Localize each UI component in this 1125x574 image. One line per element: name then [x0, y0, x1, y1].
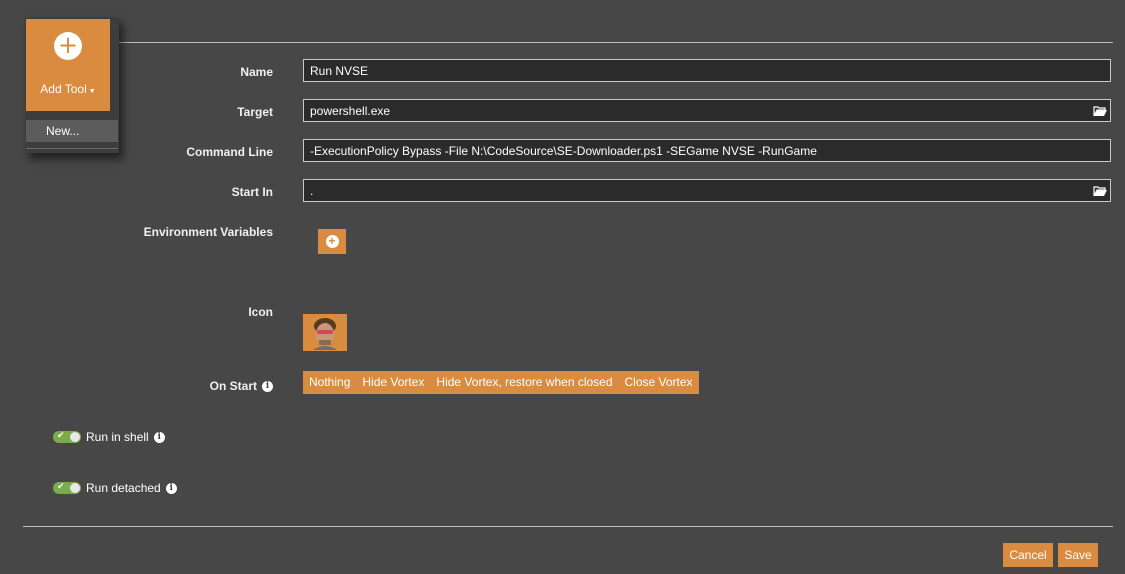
target-field-wrapper — [303, 99, 1111, 122]
folder-open-icon[interactable] — [1090, 180, 1110, 201]
name-input[interactable] — [304, 60, 1110, 81]
on-start-option-hide-vortex[interactable]: Hide Vortex — [356, 371, 430, 394]
cancel-button[interactable]: Cancel — [1003, 543, 1053, 567]
folder-open-icon[interactable] — [1090, 100, 1110, 121]
caret-down-icon: ▼ — [88, 88, 96, 95]
plus-circle-icon: + — [325, 235, 339, 248]
start-in-field-wrapper — [303, 179, 1111, 202]
save-button[interactable]: Save — [1058, 543, 1098, 567]
menu-divider — [26, 148, 118, 149]
add-tool-label: Add Tool ▼ — [40, 82, 96, 96]
info-icon[interactable]: i — [262, 380, 273, 392]
on-start-option-close-vortex[interactable]: Close Vortex — [619, 371, 699, 394]
run-in-shell-row: ✔ Run in shell i — [53, 430, 165, 444]
info-icon[interactable]: i — [165, 482, 177, 494]
on-start-option-nothing[interactable]: Nothing — [303, 371, 356, 394]
run-in-shell-toggle[interactable]: ✔ — [53, 430, 81, 443]
on-start-option-hide-restore[interactable]: Hide Vortex, restore when closed — [430, 371, 618, 394]
add-tool-button[interactable]: + Add Tool ▼ — [26, 19, 110, 111]
add-tool-panel: + Add Tool ▼ New... — [25, 17, 119, 153]
plus-circle-icon: + — [54, 32, 82, 60]
name-label: Name — [240, 65, 273, 79]
bottom-divider — [23, 526, 1113, 527]
check-icon: ✔ — [57, 430, 65, 440]
environment-variables-label: Environment Variables — [143, 225, 273, 239]
character-portrait-icon — [313, 318, 337, 350]
check-icon: ✔ — [57, 481, 65, 491]
run-detached-toggle[interactable]: ✔ — [53, 481, 81, 494]
on-start-label: On Start i — [210, 379, 273, 393]
run-detached-label: Run detached — [86, 481, 161, 495]
run-in-shell-label: Run in shell — [86, 430, 149, 444]
top-divider — [118, 42, 1113, 43]
command-line-input[interactable] — [304, 140, 1110, 161]
command-line-label: Command Line — [186, 145, 273, 159]
run-detached-row: ✔ Run detached i — [53, 481, 177, 495]
command-line-field-wrapper — [303, 139, 1111, 162]
menu-item-new[interactable]: New... — [26, 120, 118, 142]
target-label: Target — [237, 105, 273, 119]
on-start-options: Nothing Hide Vortex Hide Vortex, restore… — [303, 371, 699, 394]
add-environment-variable-button[interactable]: + — [318, 229, 346, 254]
toggle-knob — [70, 432, 80, 442]
info-icon[interactable]: i — [153, 431, 165, 443]
tool-icon-button[interactable] — [303, 314, 347, 351]
name-field-wrapper — [303, 59, 1111, 82]
start-in-label: Start In — [231, 185, 273, 199]
target-input[interactable] — [304, 100, 1090, 121]
icon-label: Icon — [248, 305, 273, 319]
start-in-input[interactable] — [304, 180, 1090, 201]
toggle-knob — [70, 483, 80, 493]
